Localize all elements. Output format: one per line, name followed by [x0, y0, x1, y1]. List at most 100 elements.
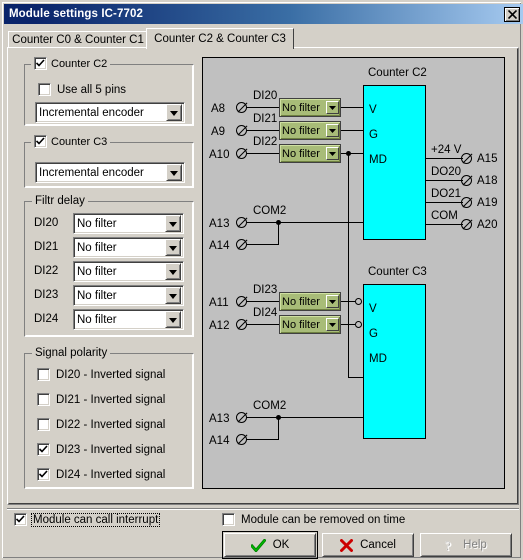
wire-filter-c3-v	[341, 301, 355, 302]
tab-counter-c2-c3[interactable]: Counter C2 & Counter C3	[146, 28, 294, 49]
terminal-symbol-a14-c2	[236, 239, 247, 250]
polarity-checkbox-di21[interactable]	[37, 393, 50, 406]
help-button-label: Help	[463, 539, 487, 551]
help-button[interactable]: ? Help	[420, 533, 512, 557]
wire-a14-c2-up	[247, 244, 279, 245]
chevron-down-icon[interactable]	[326, 101, 339, 114]
diagram-filter-combo-di21[interactable]: No filter	[279, 121, 341, 140]
filtr-delay-value-4: No filter	[77, 313, 117, 326]
filtr-delay-value-3: No filter	[77, 289, 117, 302]
polarity-checkbox-di24[interactable]	[37, 468, 50, 481]
chevron-down-icon[interactable]	[165, 263, 181, 280]
check-icon	[39, 445, 48, 453]
signal-label-di24: DI24	[253, 307, 278, 319]
ok-button[interactable]: OK	[222, 531, 318, 559]
filtr-delay-combo-di21[interactable]: No filter	[73, 237, 184, 258]
filtr-delay-label-2: DI22	[34, 265, 59, 277]
chevron-down-icon[interactable]	[165, 239, 181, 256]
chevron-down-glyph	[329, 323, 336, 327]
diagram-filter-combo-di22[interactable]: No filter	[279, 144, 341, 163]
tab-counter-c0-c1[interactable]: Counter C0 & Counter C1	[8, 31, 148, 48]
filtr-delay-combo-di20[interactable]: No filter	[73, 213, 184, 234]
chevron-down-icon[interactable]	[165, 311, 181, 328]
use-all-5-pins-row[interactable]: Use all 5 pins	[38, 83, 127, 96]
chevron-down-icon[interactable]	[166, 164, 182, 181]
output-label-24v: +24 V	[431, 144, 462, 156]
counter-c3-enable-checkbox[interactable]	[34, 135, 47, 148]
polarity-checkbox-di20[interactable]	[37, 368, 50, 381]
counter-c3-mode-combo[interactable]: Incremental encoder	[35, 162, 185, 183]
wire-a10-filter	[247, 153, 279, 154]
chevron-down-icon[interactable]	[326, 124, 339, 137]
polarity-checkbox-di23[interactable]	[37, 443, 50, 456]
chevron-down-icon[interactable]	[326, 318, 339, 331]
filtr-delay-combo-di24[interactable]: No filter	[73, 309, 184, 330]
terminal-label-a13-c2: A13	[209, 218, 230, 230]
module-interrupt-checkbox[interactable]	[14, 513, 27, 526]
chevron-down-icon[interactable]	[165, 287, 181, 304]
polarity-row-di23[interactable]: DI23 - Inverted signal	[37, 443, 166, 456]
counter-c3-enable-row[interactable]: Counter C3	[31, 135, 111, 148]
terminal-symbol-a18	[461, 175, 472, 186]
module-removable-checkbox[interactable]	[222, 513, 235, 526]
signal-label-com2-c2: COM2	[253, 205, 287, 217]
diagram-filter-combo-di23[interactable]: No filter	[279, 292, 341, 311]
diagram-filter-value-di21: No filter	[282, 124, 320, 137]
polarity-row-di20[interactable]: DI20 - Inverted signal	[37, 368, 166, 381]
diagram-filter-combo-di20[interactable]: No filter	[279, 98, 341, 117]
chevron-down-icon[interactable]	[166, 104, 182, 121]
inverter-bubble-c3-g	[355, 321, 362, 328]
cancel-button[interactable]: Cancel	[322, 533, 414, 557]
use-all-5-pins-checkbox[interactable]	[38, 83, 51, 96]
counter-c2-pin-g: G	[369, 129, 378, 141]
polarity-row-di21[interactable]: DI21 - Inverted signal	[37, 393, 166, 406]
counter-c2-enable-checkbox[interactable]	[34, 57, 47, 70]
signal-label-di21: DI21	[253, 113, 278, 125]
polarity-row-di24[interactable]: DI24 - Inverted signal	[37, 468, 166, 481]
terminal-label-a14-c2: A14	[209, 240, 230, 252]
terminal-label-a11: A11	[209, 297, 229, 309]
wire-filter-c2-v	[341, 107, 364, 108]
terminal-label-a10: A10	[209, 149, 230, 161]
terminal-symbol-a15	[461, 153, 472, 164]
close-button[interactable]	[504, 6, 520, 22]
filtr-delay-combo-di22[interactable]: No filter	[73, 261, 184, 282]
footer-separator	[7, 508, 519, 510]
cancel-button-label: Cancel	[360, 539, 396, 551]
counter-c2-mode-combo[interactable]: Incremental encoder	[35, 102, 185, 123]
module-interrupt-label: Module can call interrupt	[30, 512, 161, 527]
ok-button-label: OK	[272, 539, 290, 551]
filtr-delay-value-1: No filter	[77, 241, 117, 254]
chevron-down-icon[interactable]	[165, 215, 181, 232]
chevron-down-icon[interactable]	[326, 147, 339, 160]
chevron-down-glyph	[329, 300, 336, 304]
polarity-label-di20: DI20 - Inverted signal	[56, 368, 166, 381]
counter-c3-block: V G MD	[363, 284, 426, 439]
polarity-checkbox-di22[interactable]	[37, 418, 50, 431]
polarity-row-di22[interactable]: DI22 - Inverted signal	[37, 418, 166, 431]
chevron-down-glyph	[169, 294, 177, 299]
module-interrupt-row[interactable]: Module can call interrupt	[14, 512, 161, 527]
filtr-delay-caption: Filtr delay	[32, 195, 88, 207]
chevron-down-glyph	[169, 318, 177, 323]
diagram-filter-combo-di24[interactable]: No filter	[279, 315, 341, 334]
counter-c2-group: Counter C2 Use all 5 pins Incremental en…	[24, 57, 194, 126]
chevron-down-glyph	[329, 152, 336, 156]
terminal-symbol-a12	[236, 319, 247, 330]
close-icon	[508, 9, 517, 19]
title-bar: Module settings IC-7702	[4, 4, 523, 24]
module-removable-label: Module can be removed on time	[241, 513, 406, 526]
wire-out-24v	[426, 158, 463, 159]
wire-md-drop	[348, 153, 349, 377]
counter-c2-enable-label: Counter C2	[51, 57, 108, 70]
terminal-symbol-a13-c3	[236, 412, 247, 423]
signal-label-com2-c3: COM2	[253, 400, 287, 412]
counter-c2-enable-row[interactable]: Counter C2	[31, 57, 111, 70]
wire-a12-filter	[247, 324, 279, 325]
filtr-delay-combo-di23[interactable]: No filter	[73, 285, 184, 306]
diagram-filter-value-di23: No filter	[282, 295, 320, 308]
use-all-5-pins-label: Use all 5 pins	[57, 83, 127, 96]
module-removable-row[interactable]: Module can be removed on time	[222, 513, 406, 526]
terminal-symbol-a11	[236, 296, 247, 307]
chevron-down-icon[interactable]	[326, 295, 339, 308]
